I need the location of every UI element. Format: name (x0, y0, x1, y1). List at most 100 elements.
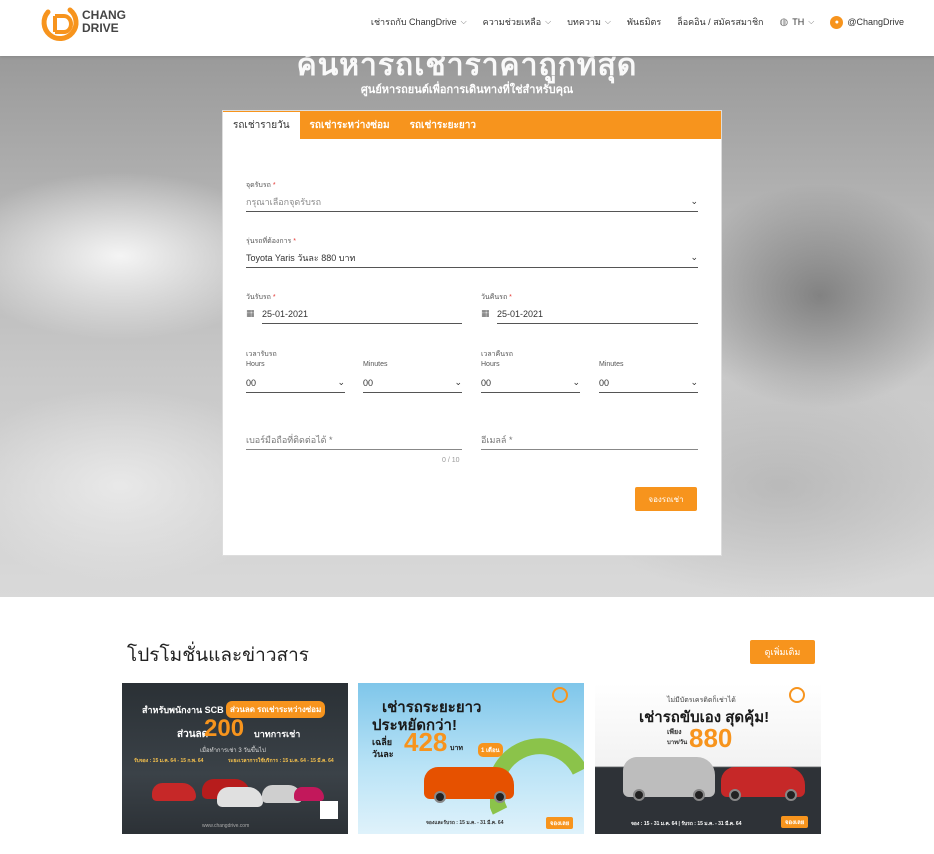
chevron-down-icon: ⌵ (545, 17, 552, 26)
tab-daily-rental[interactable]: รถเช่ารายวัน (223, 111, 300, 139)
calendar-icon: ▦ (246, 308, 255, 318)
car-wheel (494, 791, 506, 803)
line-icon: ● (830, 15, 844, 29)
chevron-down-icon: ⌄ (454, 377, 462, 387)
car-model-label: รุ่นรถที่ต้องการ * (246, 236, 296, 247)
promo-card-long-term[interactable]: เช่ารถระยะยาว ประหยัดกว่า! เฉลี่ย วันละ … (358, 683, 584, 834)
pickup-location-label: จุดรับรถ * (246, 180, 276, 191)
pickup-hour-value: 00 (246, 377, 257, 388)
tab-long-term-rental[interactable]: รถเช่าระยะยาว (400, 111, 486, 139)
email-field[interactable]: อีเมลล์ * (481, 430, 698, 450)
view-more-button[interactable]: ดูเพิ่มเติม (750, 640, 815, 664)
promo-price: 880 (689, 723, 733, 753)
chevron-down-icon: ⌵ (460, 17, 467, 26)
booking-form: รถเช่ารายวัน รถเช่าระหว่างซ่อม รถเช่าระย… (222, 110, 722, 556)
pickup-date-field[interactable]: 25-01-2021 (262, 304, 462, 324)
promo-discount-value: 200 (204, 715, 245, 742)
book-button[interactable]: จองรถเช่า (635, 487, 697, 511)
pickup-minute-select[interactable]: 00 ⌄ (363, 373, 462, 393)
tab-repair-rental[interactable]: รถเช่าระหว่างซ่อม (300, 111, 400, 139)
pickup-date-label-text: วันรับรถ (246, 294, 271, 301)
chevron-down-icon: ⌄ (572, 377, 580, 387)
return-hours-label: Hours (481, 361, 500, 368)
calendar-icon: ▦ (481, 308, 490, 318)
car-image (294, 787, 324, 801)
hero-subtitle: ศูนย์หารถยนต์เพื่อการเดินทางที่ใช่สำหรับ… (360, 84, 574, 96)
chevron-down-icon: ⌵ (808, 17, 815, 26)
line-id: @ChangDrive (847, 17, 904, 27)
pickup-hour-select[interactable]: 00 ⌄ (246, 373, 345, 393)
promo-period: รับจอง : 15 ม.ค. 64 - 15 ก.พ. 64 (134, 758, 204, 764)
promo-price: 428 (404, 727, 448, 757)
promo-period: จองและรับรถ : 15 ม.ค. - 31 มี.ค. 64 (426, 820, 504, 826)
car-model-label-text: รุ่นรถที่ต้องการ (246, 238, 292, 245)
changdrive-logo-icon (789, 687, 805, 703)
pickup-location-label-text: จุดรับรถ (246, 182, 271, 189)
promo-per-day: วันละ (372, 749, 394, 759)
qr-code-icon (320, 801, 338, 819)
pickup-date-label: วันรับรถ * (246, 292, 276, 303)
changdrive-logo-icon (552, 687, 568, 703)
pickup-hours-label: Hours (246, 361, 265, 368)
car-model-select[interactable]: Toyota Yaris วันละ 880 บาท ⌄ (246, 248, 698, 268)
nav-help[interactable]: ความช่วยเหลือ ⌵ (483, 15, 552, 29)
car-image (217, 787, 263, 807)
required-mark: * (272, 182, 276, 189)
nav-label: ความช่วยเหลือ (482, 17, 542, 27)
language-selector[interactable]: ◍ TH ⌵ (780, 17, 815, 28)
car-wheel (693, 789, 705, 801)
nav-label: พันธมิตร (626, 17, 662, 27)
promo-card-self-drive[interactable]: ไม่มีบัตรเครดิตก็เช่าได้ เช่ารถขับเอง สุ… (595, 683, 821, 834)
logo-mark-icon (41, 7, 79, 42)
pickup-time-label: เวลารับรถ (246, 351, 277, 358)
changdrive-logo[interactable]: CHANG DRIVE (40, 4, 130, 44)
nav-login-register[interactable]: ล็อคอิน / สมัครสมาชิก (677, 15, 763, 29)
phone-field[interactable]: เบอร์มือถือที่ติดต่อได้ * (246, 430, 462, 450)
return-minute-select[interactable]: 00 ⌄ (599, 373, 698, 393)
nav-partners[interactable]: พันธมิตร (627, 15, 661, 29)
chevron-down-icon: ⌵ (604, 17, 611, 26)
chevron-down-icon: ⌄ (690, 252, 698, 262)
required-mark: * (293, 238, 296, 245)
nav-articles[interactable]: บทความ ⌵ (567, 15, 611, 29)
chevron-down-icon: ⌄ (337, 377, 345, 387)
return-date-field[interactable]: 25-01-2021 (497, 304, 698, 324)
promo-condition: เมื่อทำการเช่า 3 วันขึ้นไป (200, 748, 266, 754)
email-field-label: อีเมลล์ * (481, 434, 513, 445)
return-hour-select[interactable]: 00 ⌄ (481, 373, 580, 393)
line-contact[interactable]: ● @ChangDrive (830, 15, 904, 29)
pickup-location-placeholder: กรุณาเลือกจุดรับรถ (246, 196, 322, 207)
promo-period: จอง : 15 - 31 ม.ค. 64 | รับรถ : 15 ม.ค. … (631, 821, 742, 827)
promo-cta[interactable]: จองเลย (781, 816, 809, 828)
car-wheel (434, 791, 446, 803)
return-minutes-label: Minutes (599, 361, 624, 368)
promo-duration-badge: 1 เดือน (478, 743, 503, 757)
booking-tabs: รถเช่ารายวัน รถเช่าระหว่างซ่อม รถเช่าระย… (223, 111, 721, 139)
pickup-minutes-label: Minutes (363, 361, 388, 368)
site-header: CHANG DRIVE เช่ารถกับ ChangDrive ⌵ ความช… (0, 0, 934, 56)
promo-cta[interactable]: จองเลย (546, 817, 574, 829)
promo-footer: www.changdrive.com (202, 823, 250, 829)
car-wheel (633, 789, 645, 801)
nav-label: บทความ (567, 17, 601, 27)
promo-usage: ระยะเวลาการใช้บริการ : 15 ม.ค. 64 - 15 ม… (228, 758, 334, 764)
promo-card-scb[interactable]: สำหรับพนักงาน SCB ส่วนลด รถเช่าระหว่างซ่… (122, 683, 348, 834)
promo-unit: บาท (450, 745, 463, 752)
car-model-value: Toyota Yaris วันละ 880 บาท (246, 252, 356, 263)
logo-line2: DRIVE (82, 21, 119, 35)
car-wheel (785, 789, 797, 801)
phone-char-counter: 0 / 10 (442, 457, 460, 464)
phone-field-label: เบอร์มือถือที่ติดต่อได้ * (246, 434, 333, 445)
return-date-value: 25-01-2021 (497, 308, 544, 319)
pickup-date-value: 25-01-2021 (262, 308, 309, 319)
nav-rent-with-changdrive[interactable]: เช่ารถกับ ChangDrive ⌵ (371, 15, 467, 29)
nav-label: เช่ารถกับ ChangDrive (370, 17, 457, 27)
pickup-minute-value: 00 (363, 377, 374, 388)
nav-label: ล็อคอิน / สมัครสมาชิก (677, 17, 764, 27)
promotions-heading: โปรโมชั่นและข่าวสาร (127, 645, 309, 666)
pickup-location-select[interactable]: กรุณาเลือกจุดรับรถ ⌄ (246, 192, 698, 212)
return-time-label: เวลาคืนรถ (481, 351, 514, 358)
language-label: TH (792, 17, 805, 27)
car-image (152, 783, 196, 801)
return-hour-value: 00 (481, 377, 492, 388)
